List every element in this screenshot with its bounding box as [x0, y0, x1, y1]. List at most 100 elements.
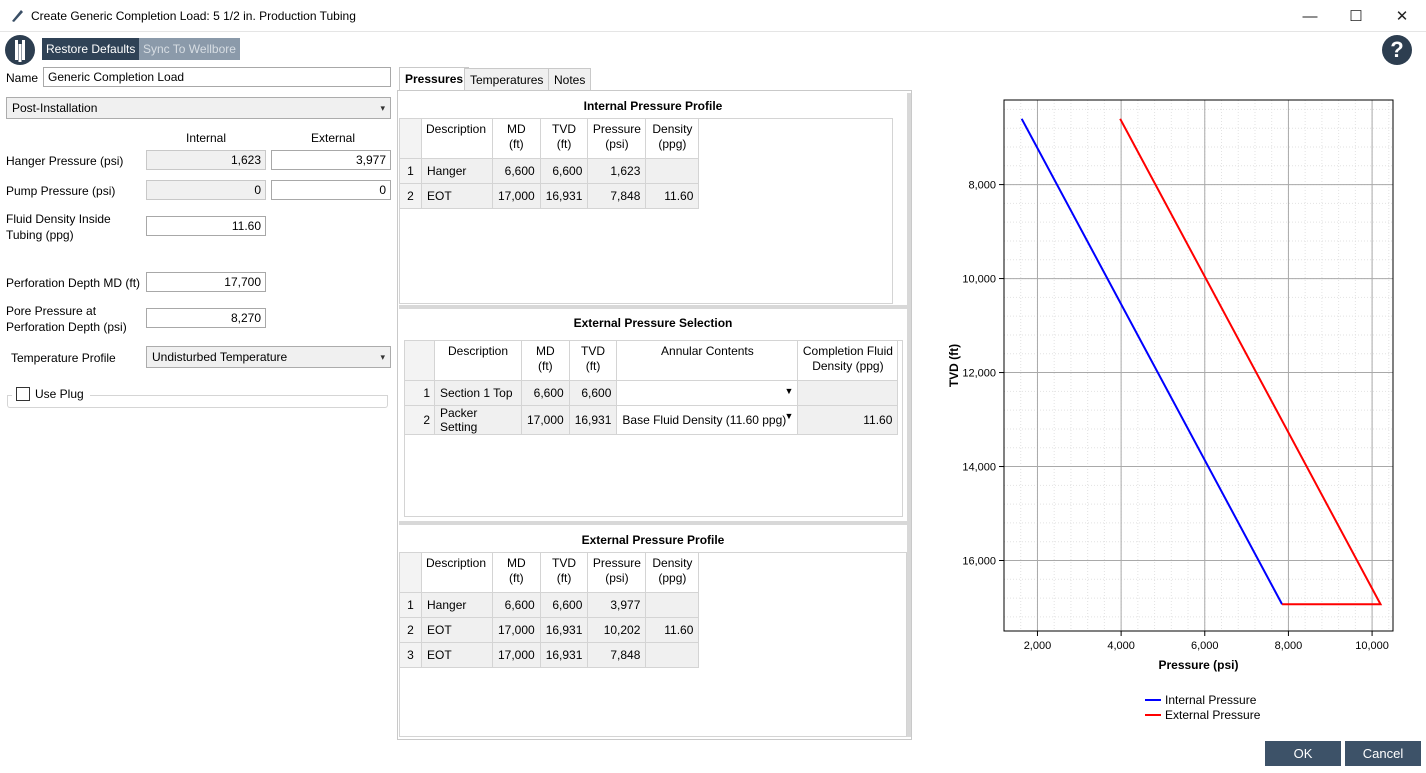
table-row[interactable]: 1 Section 1 Top 6,600 6,600 ▼ [404, 380, 899, 406]
x-tick-label: 6,000 [1191, 640, 1219, 652]
app-pen-icon [12, 10, 23, 22]
header-description: Description [421, 118, 493, 159]
cell-md: 17,000 [492, 183, 541, 209]
cell-density: 11.60 [797, 405, 899, 435]
y-tick-label: 16,000 [962, 556, 996, 568]
external-selection-title: External Pressure Selection [573, 316, 733, 330]
help-icon[interactable]: ? [1382, 35, 1412, 65]
sync-to-wellbore-button[interactable]: Sync To Wellbore [139, 38, 240, 60]
pump-pressure-label: Pump Pressure (psi) [6, 184, 116, 198]
horizontal-splitter[interactable] [399, 305, 907, 309]
header-description: Description [434, 340, 522, 381]
cell-density: 11.60 [645, 183, 700, 209]
chevron-down-icon: ▼ [784, 411, 794, 421]
fluid-density-field[interactable]: 11.60 [146, 216, 266, 236]
cell-density [645, 642, 700, 668]
grid-corner [404, 340, 435, 381]
annular-contents-dropdown[interactable]: ▼ [616, 380, 799, 406]
legend-label: Internal Pressure [1165, 693, 1257, 707]
tab-notes[interactable]: Notes [548, 68, 592, 90]
header-md: MD (ft) [492, 552, 541, 593]
cell-pressure: 7,848 [587, 642, 647, 668]
y-tick-label: 12,000 [962, 368, 996, 380]
phase-dropdown[interactable]: Post-Installation ▾ [6, 97, 391, 119]
external-selection-grid-area: Description MD (ft) TVD (ft) Annular Con… [404, 340, 903, 517]
chevron-down-icon: ▾ [380, 103, 385, 113]
table-row[interactable]: 2 EOT 17,000 16,931 10,202 11.60 [399, 617, 700, 643]
fluid-density-label-2: Tubing (ppg) [6, 228, 74, 242]
annular-contents-dropdown[interactable]: Base Fluid Density (11.60 ppg) ▼ [616, 405, 799, 435]
cell-description: EOT [421, 617, 493, 643]
header-annular-contents: Annular Contents [616, 340, 799, 381]
external-profile-grid-area: Description MD (ft) TVD (ft) Pressure (p… [399, 552, 907, 737]
cell-density [645, 592, 700, 618]
name-field[interactable]: Generic Completion Load [43, 67, 391, 87]
hanger-pressure-label: Hanger Pressure (psi) [6, 154, 124, 168]
pore-pressure-field[interactable]: 8,270 [146, 308, 266, 328]
cell-md: 6,600 [521, 380, 570, 406]
pressure-chart: 2,000 4,000 6,000 8,000 10,000 8,000 10,000 12,… [913, 90, 1423, 740]
header-md: MD (ft) [521, 340, 570, 381]
temperature-profile-value: Undisturbed Temperature [152, 350, 288, 364]
table-row[interactable]: 2 EOT 17,000 16,931 7,848 11.60 [399, 183, 700, 209]
ok-button[interactable]: OK [1265, 741, 1341, 766]
row-number: 1 [399, 158, 422, 184]
cell-md: 17,000 [492, 642, 541, 668]
fluid-density-label-1: Fluid Density Inside [6, 212, 111, 226]
vertical-splitter[interactable] [907, 93, 911, 737]
external-profile-title: External Pressure Profile [581, 533, 725, 547]
table-row[interactable]: 3 EOT 17,000 16,931 7,848 [399, 642, 700, 668]
header-completion-fluid-density: Completion Fluid Density (ppg) [797, 340, 899, 381]
pore-pressure-label-1: Pore Pressure at [6, 304, 97, 318]
tab-temperatures[interactable]: Temperatures [464, 68, 550, 90]
internal-profile-title: Internal Pressure Profile [583, 99, 723, 113]
minimize-button[interactable]: — [1287, 0, 1333, 32]
perf-depth-field[interactable]: 17,700 [146, 272, 266, 292]
table-row[interactable]: 1 Hanger 6,600 6,600 1,623 [399, 158, 700, 184]
cell-density [645, 158, 700, 184]
cancel-button[interactable]: Cancel [1345, 741, 1421, 766]
temperature-profile-label: Temperature Profile [11, 351, 116, 365]
horizontal-splitter[interactable] [399, 521, 907, 525]
header-density: Density (ppg) [645, 118, 700, 159]
row-number: 2 [399, 183, 422, 209]
cell-tvd: 16,931 [539, 183, 589, 209]
cell-pressure: 7,848 [587, 183, 647, 209]
cell-pressure: 10,202 [587, 617, 647, 643]
table-row[interactable]: 2 Packer Setting 17,000 16,931 Base Flui… [404, 405, 899, 435]
external-column-header: External [311, 131, 356, 145]
maximize-button[interactable]: ☐ [1333, 0, 1379, 32]
x-tick-label: 2,000 [1024, 640, 1052, 652]
temperature-profile-dropdown[interactable]: Undisturbed Temperature ▾ [146, 346, 391, 368]
header-pressure: Pressure (psi) [587, 118, 647, 159]
cell-tvd: 6,600 [539, 592, 589, 618]
tab-pressures[interactable]: Pressures [399, 67, 470, 91]
cell-tvd: 16,931 [539, 642, 589, 668]
cell-density: 11.60 [645, 617, 700, 643]
cell-description: Packer Setting [434, 405, 522, 435]
hanger-external-field[interactable]: 3,977 [271, 150, 391, 170]
row-number: 1 [399, 592, 422, 618]
grid-corner [399, 118, 422, 159]
x-axis-label: Pressure (psi) [1158, 658, 1238, 672]
table-row[interactable]: 1 Hanger 6,600 6,600 3,977 [399, 592, 700, 618]
plot-border [1003, 99, 1394, 632]
legend-label: External Pressure [1165, 708, 1261, 722]
x-tick-label: 4,000 [1107, 640, 1135, 652]
cell-tvd: 16,931 [568, 405, 618, 435]
pump-external-field[interactable]: 0 [271, 180, 391, 200]
row-number: 3 [399, 642, 422, 668]
y-tick-label: 8,000 [968, 180, 996, 192]
restore-defaults-button[interactable]: Restore Defaults [42, 38, 140, 60]
window-title: Create Generic Completion Load: 5 1/2 in… [31, 9, 356, 23]
row-number: 2 [399, 617, 422, 643]
hanger-internal-field[interactable]: 1,623 [146, 150, 266, 170]
pump-internal-field[interactable]: 0 [146, 180, 266, 200]
cell-description: Hanger [421, 592, 493, 618]
cell-pressure: 1,623 [587, 158, 647, 184]
cell-description: EOT [421, 183, 493, 209]
use-plug-checkbox[interactable] [16, 387, 30, 401]
close-button[interactable]: ✕ [1379, 0, 1425, 32]
header-tvd: TVD (ft) [568, 340, 618, 381]
use-plug-label: Use Plug [35, 387, 84, 401]
